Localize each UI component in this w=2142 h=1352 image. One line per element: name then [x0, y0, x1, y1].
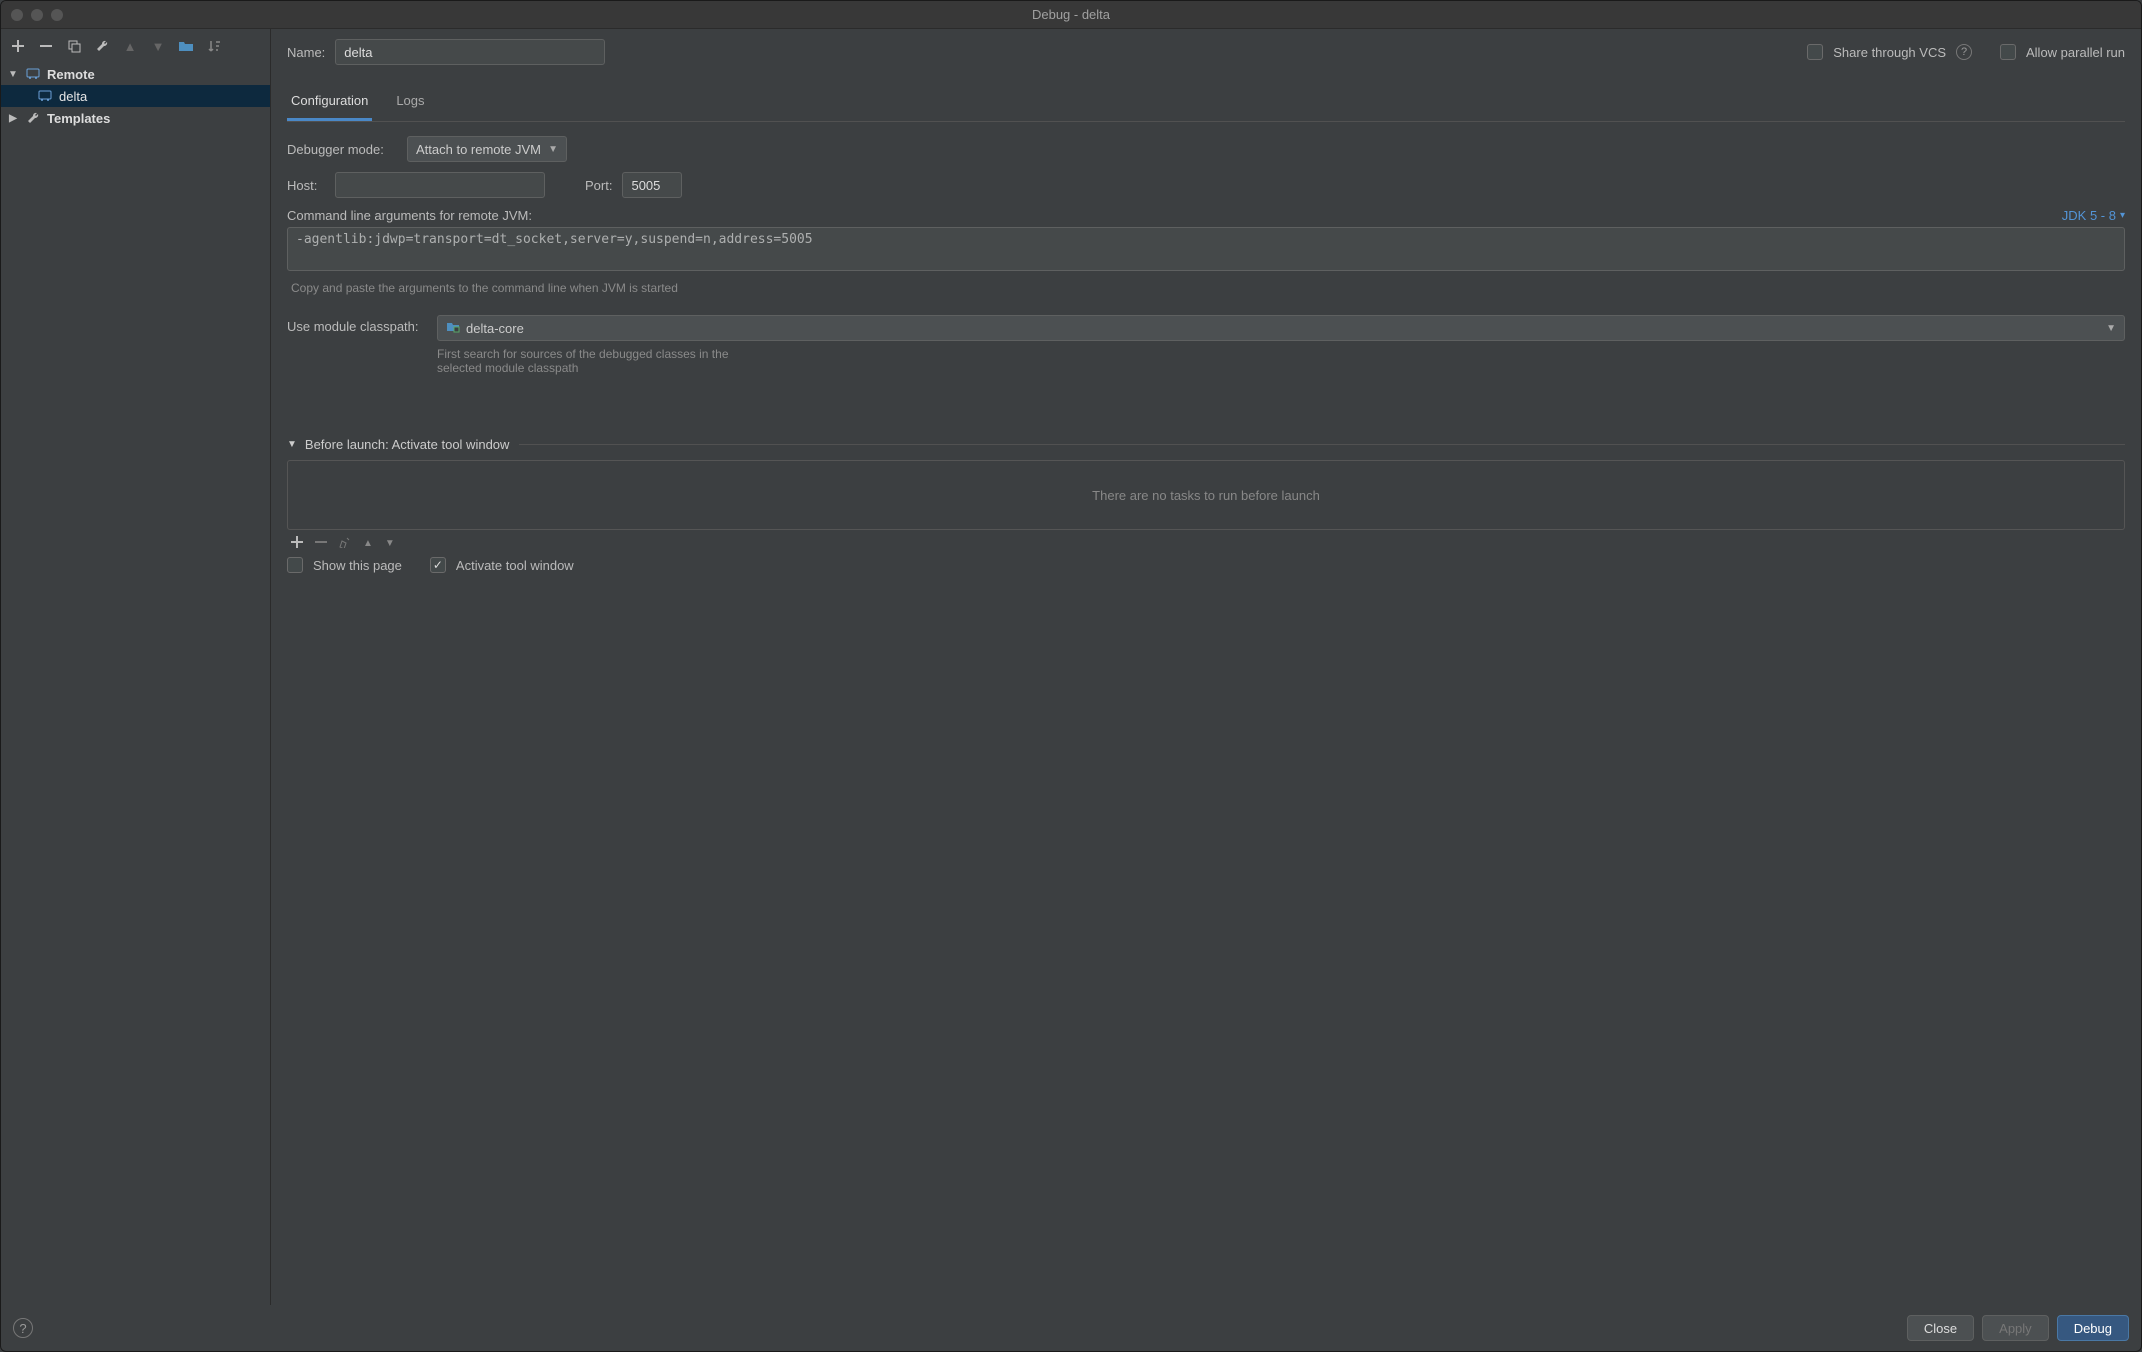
bottom-checkbox-row: Show this page ✓ Activate tool window	[287, 557, 2125, 573]
close-button[interactable]: Close	[1907, 1315, 1974, 1341]
before-launch-section: ▼ Before launch: Activate tool window	[287, 435, 2125, 460]
module-row: Use module classpath: delta-core ▼ First…	[287, 315, 2125, 375]
chevron-down-icon: ▼	[548, 144, 558, 155]
jdk-version-dropdown[interactable]: JDK 5 - 8 ▾	[2062, 208, 2125, 223]
sidebar-toolbar: ▲ ▼	[1, 33, 270, 63]
tree-group-remote[interactable]: ▼ Remote	[1, 63, 270, 85]
before-launch-label: Before launch: Activate tool window	[305, 437, 510, 452]
before-launch-toolbar: ▲ ▼	[287, 530, 2125, 557]
edit-defaults-icon[interactable]	[93, 37, 111, 55]
config-tree: ▼ Remote delta ▶ Te	[1, 63, 270, 1305]
module-classpath-label: Use module classpath:	[287, 315, 427, 334]
move-task-up-icon[interactable]: ▲	[363, 538, 373, 549]
sort-icon[interactable]	[205, 37, 223, 55]
tree-item-label: delta	[59, 89, 87, 104]
chevron-right-icon: ▶	[7, 113, 19, 124]
close-window-icon[interactable]	[11, 9, 23, 21]
content-panel: Name: Share through VCS ? Allow parallel…	[271, 29, 2141, 1305]
allow-parallel-label: Allow parallel run	[2026, 45, 2125, 60]
host-port-row: Host: Port:	[287, 172, 2125, 198]
remote-config-icon	[37, 88, 53, 104]
jdk-version-label: JDK 5 - 8	[2062, 208, 2116, 223]
before-launch-list: There are no tasks to run before launch	[287, 460, 2125, 530]
name-label: Name:	[287, 45, 325, 60]
module-classpath-select[interactable]: delta-core ▼	[437, 315, 2125, 341]
move-up-icon[interactable]: ▲	[121, 37, 139, 55]
activate-tool-label: Activate tool window	[456, 558, 574, 573]
edit-task-icon[interactable]	[339, 536, 351, 551]
debugger-mode-row: Debugger mode: Attach to remote JVM ▼	[287, 136, 2125, 162]
remove-task-icon[interactable]	[315, 536, 327, 551]
add-config-icon[interactable]	[9, 37, 27, 55]
share-vcs-checkbox[interactable]	[1807, 44, 1823, 60]
port-input[interactable]	[622, 172, 682, 198]
chevron-down-icon: ▼	[7, 69, 19, 80]
tab-configuration[interactable]: Configuration	[287, 85, 372, 121]
cmd-args-label: Command line arguments for remote JVM:	[287, 208, 532, 223]
tree-group-templates[interactable]: ▶ Templates	[1, 107, 270, 129]
remote-group-icon	[25, 66, 41, 82]
save-folder-icon[interactable]	[177, 37, 195, 55]
window-controls	[11, 9, 63, 21]
debugger-mode-label: Debugger mode:	[287, 142, 397, 157]
cmd-args-field[interactable]: -agentlib:jdwp=transport=dt_socket,serve…	[287, 227, 2125, 271]
zoom-window-icon[interactable]	[51, 9, 63, 21]
window-titlebar[interactable]: Debug - delta	[1, 1, 2141, 29]
chevron-down-icon: ▼	[287, 439, 297, 450]
minimize-window-icon[interactable]	[31, 9, 43, 21]
debugger-mode-select[interactable]: Attach to remote JVM ▼	[407, 136, 567, 162]
remove-config-icon[interactable]	[37, 37, 55, 55]
cmd-args-header: Command line arguments for remote JVM: J…	[287, 208, 2125, 223]
configuration-panel: Debugger mode: Attach to remote JVM ▼ Ho…	[287, 122, 2125, 583]
before-launch-header[interactable]: ▼ Before launch: Activate tool window	[287, 437, 519, 452]
dialog-footer: ? Close Apply Debug	[1, 1305, 2141, 1351]
debug-button[interactable]: Debug	[2057, 1315, 2129, 1341]
copy-config-icon[interactable]	[65, 37, 83, 55]
tree-group-label: Templates	[47, 111, 110, 126]
chevron-down-icon: ▼	[2106, 323, 2116, 334]
apply-button[interactable]: Apply	[1982, 1315, 2049, 1341]
debugger-mode-value: Attach to remote JVM	[416, 142, 541, 157]
sidebar: ▲ ▼ ▼ Remote	[1, 29, 271, 1305]
tree-group-label: Remote	[47, 67, 95, 82]
cmd-args-hint: Copy and paste the arguments to the comm…	[291, 281, 2121, 295]
footer-help-icon[interactable]: ?	[13, 1318, 33, 1338]
module-classpath-value: delta-core	[466, 321, 524, 336]
add-task-icon[interactable]	[291, 536, 303, 551]
name-input[interactable]	[335, 39, 605, 65]
top-right-options: Share through VCS ? Allow parallel run	[1807, 44, 2125, 60]
name-row: Name: Share through VCS ? Allow parallel…	[287, 39, 2125, 65]
move-down-icon[interactable]: ▼	[149, 37, 167, 55]
dialog-body: ▲ ▼ ▼ Remote	[1, 29, 2141, 1305]
window-title: Debug - delta	[1032, 7, 1110, 22]
tab-logs[interactable]: Logs	[392, 85, 428, 121]
module-hint: First search for sources of the debugged…	[437, 347, 737, 375]
show-page-checkbox[interactable]	[287, 557, 303, 573]
dialog-window: Debug - delta ▲ ▼	[0, 0, 2142, 1352]
wrench-icon	[25, 110, 41, 126]
host-input[interactable]	[335, 172, 545, 198]
before-launch-empty-text: There are no tasks to run before launch	[1092, 488, 1320, 503]
allow-parallel-checkbox[interactable]	[2000, 44, 2016, 60]
show-page-label: Show this page	[313, 558, 402, 573]
chevron-down-icon: ▾	[2120, 210, 2125, 221]
port-label: Port:	[585, 178, 612, 193]
tree-item-delta[interactable]: delta	[1, 85, 270, 107]
host-label: Host:	[287, 178, 325, 193]
help-icon[interactable]: ?	[1956, 44, 1972, 60]
activate-tool-checkbox[interactable]: ✓	[430, 557, 446, 573]
move-task-down-icon[interactable]: ▼	[385, 538, 395, 549]
share-vcs-label: Share through VCS	[1833, 45, 1946, 60]
module-icon	[446, 320, 460, 337]
tab-bar: Configuration Logs	[287, 85, 2125, 122]
